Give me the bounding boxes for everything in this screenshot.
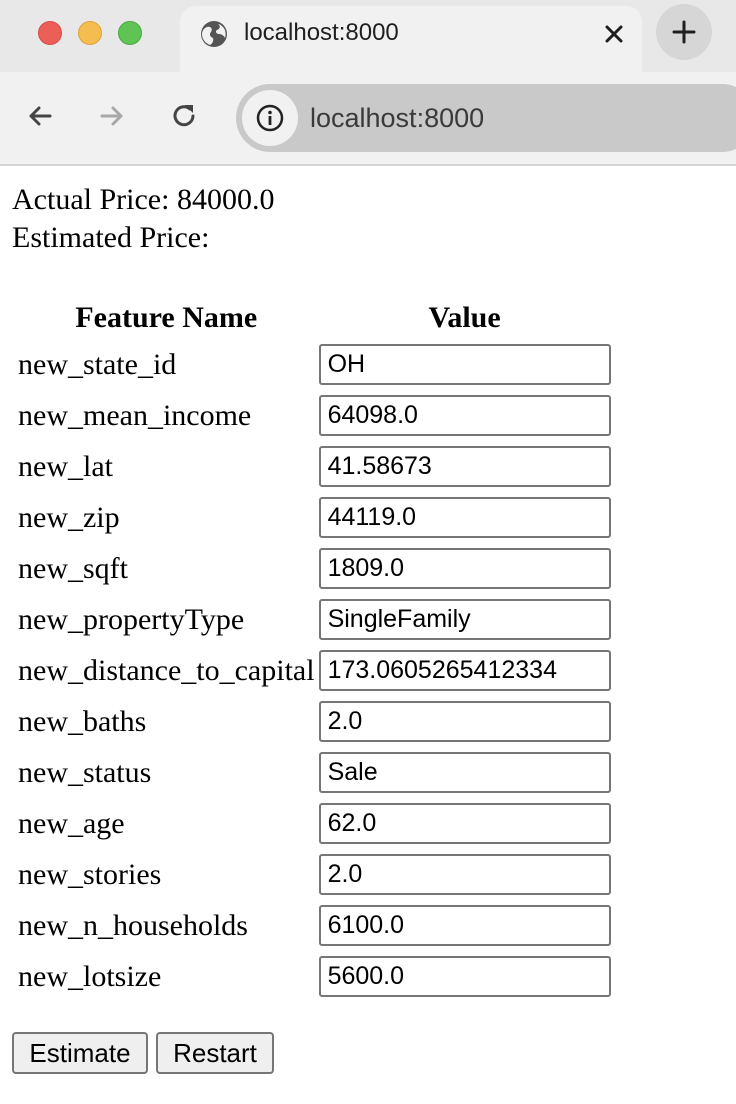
browser-tab-bar: localhost:8000 <box>0 0 736 72</box>
feature-name: new_zip <box>18 500 120 534</box>
close-window-button[interactable] <box>38 21 62 45</box>
feature-value-input[interactable] <box>318 344 611 385</box>
plus-icon <box>672 20 696 44</box>
new-tab-button[interactable] <box>656 4 712 60</box>
globe-icon <box>201 21 227 47</box>
site-info-button[interactable] <box>242 90 298 146</box>
feature-value-input[interactable] <box>318 599 611 640</box>
feature-value-input[interactable] <box>318 905 611 946</box>
value-header: Value <box>428 301 501 334</box>
feature-value-input[interactable] <box>318 803 611 844</box>
feature-value-input[interactable] <box>318 854 611 895</box>
address-bar[interactable]: localhost:8000 <box>236 84 736 152</box>
feature-name: new_age <box>18 806 125 840</box>
feature-name: new_n_households <box>18 908 248 942</box>
feature-name: new_lotsize <box>18 959 162 993</box>
back-arrow-icon[interactable] <box>24 100 56 132</box>
reload-icon[interactable] <box>168 100 200 132</box>
feature-name: new_distance_to_capital <box>18 653 315 687</box>
feature-name: new_baths <box>18 704 147 738</box>
feature-value-input[interactable] <box>318 650 611 691</box>
table-row: new_state_id <box>18 344 611 385</box>
browser-tab[interactable]: localhost:8000 <box>180 6 642 72</box>
table-row: new_stories <box>18 854 611 895</box>
browser-toolbar: localhost:8000 <box>0 72 736 166</box>
info-icon <box>256 104 284 132</box>
feature-name: new_lat <box>18 449 113 483</box>
table-row: new_n_households <box>18 905 611 946</box>
table-row: new_zip <box>18 497 611 538</box>
tab-title: localhost:8000 <box>244 19 399 46</box>
actual-price: Actual Price: 84000.0 <box>12 183 275 216</box>
table-row: new_lat <box>18 446 611 487</box>
feature-name: new_sqft <box>18 551 128 585</box>
minimize-window-button[interactable] <box>78 21 102 45</box>
feature-name: new_stories <box>18 857 162 891</box>
feature-value-input[interactable] <box>318 446 611 487</box>
feature-value-input[interactable] <box>318 497 611 538</box>
table-row: new_lotsize <box>18 956 611 997</box>
table-header-row: Feature Name Value <box>18 302 611 334</box>
feature-value-input[interactable] <box>318 395 611 436</box>
feature-name-header: Feature Name <box>75 301 258 334</box>
url-text: localhost:8000 <box>310 103 485 133</box>
table-row: new_distance_to_capital <box>18 650 611 691</box>
feature-value-input[interactable] <box>318 752 611 793</box>
feature-name: new_mean_income <box>18 398 252 432</box>
feature-value-input[interactable] <box>318 701 611 742</box>
table-row: new_baths <box>18 701 611 742</box>
table-row: new_propertyType <box>18 599 611 640</box>
forward-arrow-icon[interactable] <box>96 100 128 132</box>
restart-button[interactable]: Restart <box>156 1032 274 1074</box>
feature-name: new_status <box>18 755 152 789</box>
table-row: new_status <box>18 752 611 793</box>
feature-value-input[interactable] <box>318 956 611 997</box>
feature-name: new_propertyType <box>18 602 245 636</box>
feature-name: new_state_id <box>18 347 177 381</box>
table-row: new_sqft <box>18 548 611 589</box>
estimate-button[interactable]: Estimate <box>12 1032 148 1074</box>
close-icon[interactable] <box>600 20 628 48</box>
feature-value-input[interactable] <box>318 548 611 589</box>
table-row: new_mean_income <box>18 395 611 436</box>
maximize-window-button[interactable] <box>118 21 142 45</box>
page-content: Actual Price: 84000.0 Estimated Price: F… <box>0 166 736 1104</box>
table-row: new_age <box>18 803 611 844</box>
estimated-price: Estimated Price: <box>12 221 210 254</box>
feature-table: Feature Name Value new_state_id new_mean… <box>14 292 615 1007</box>
